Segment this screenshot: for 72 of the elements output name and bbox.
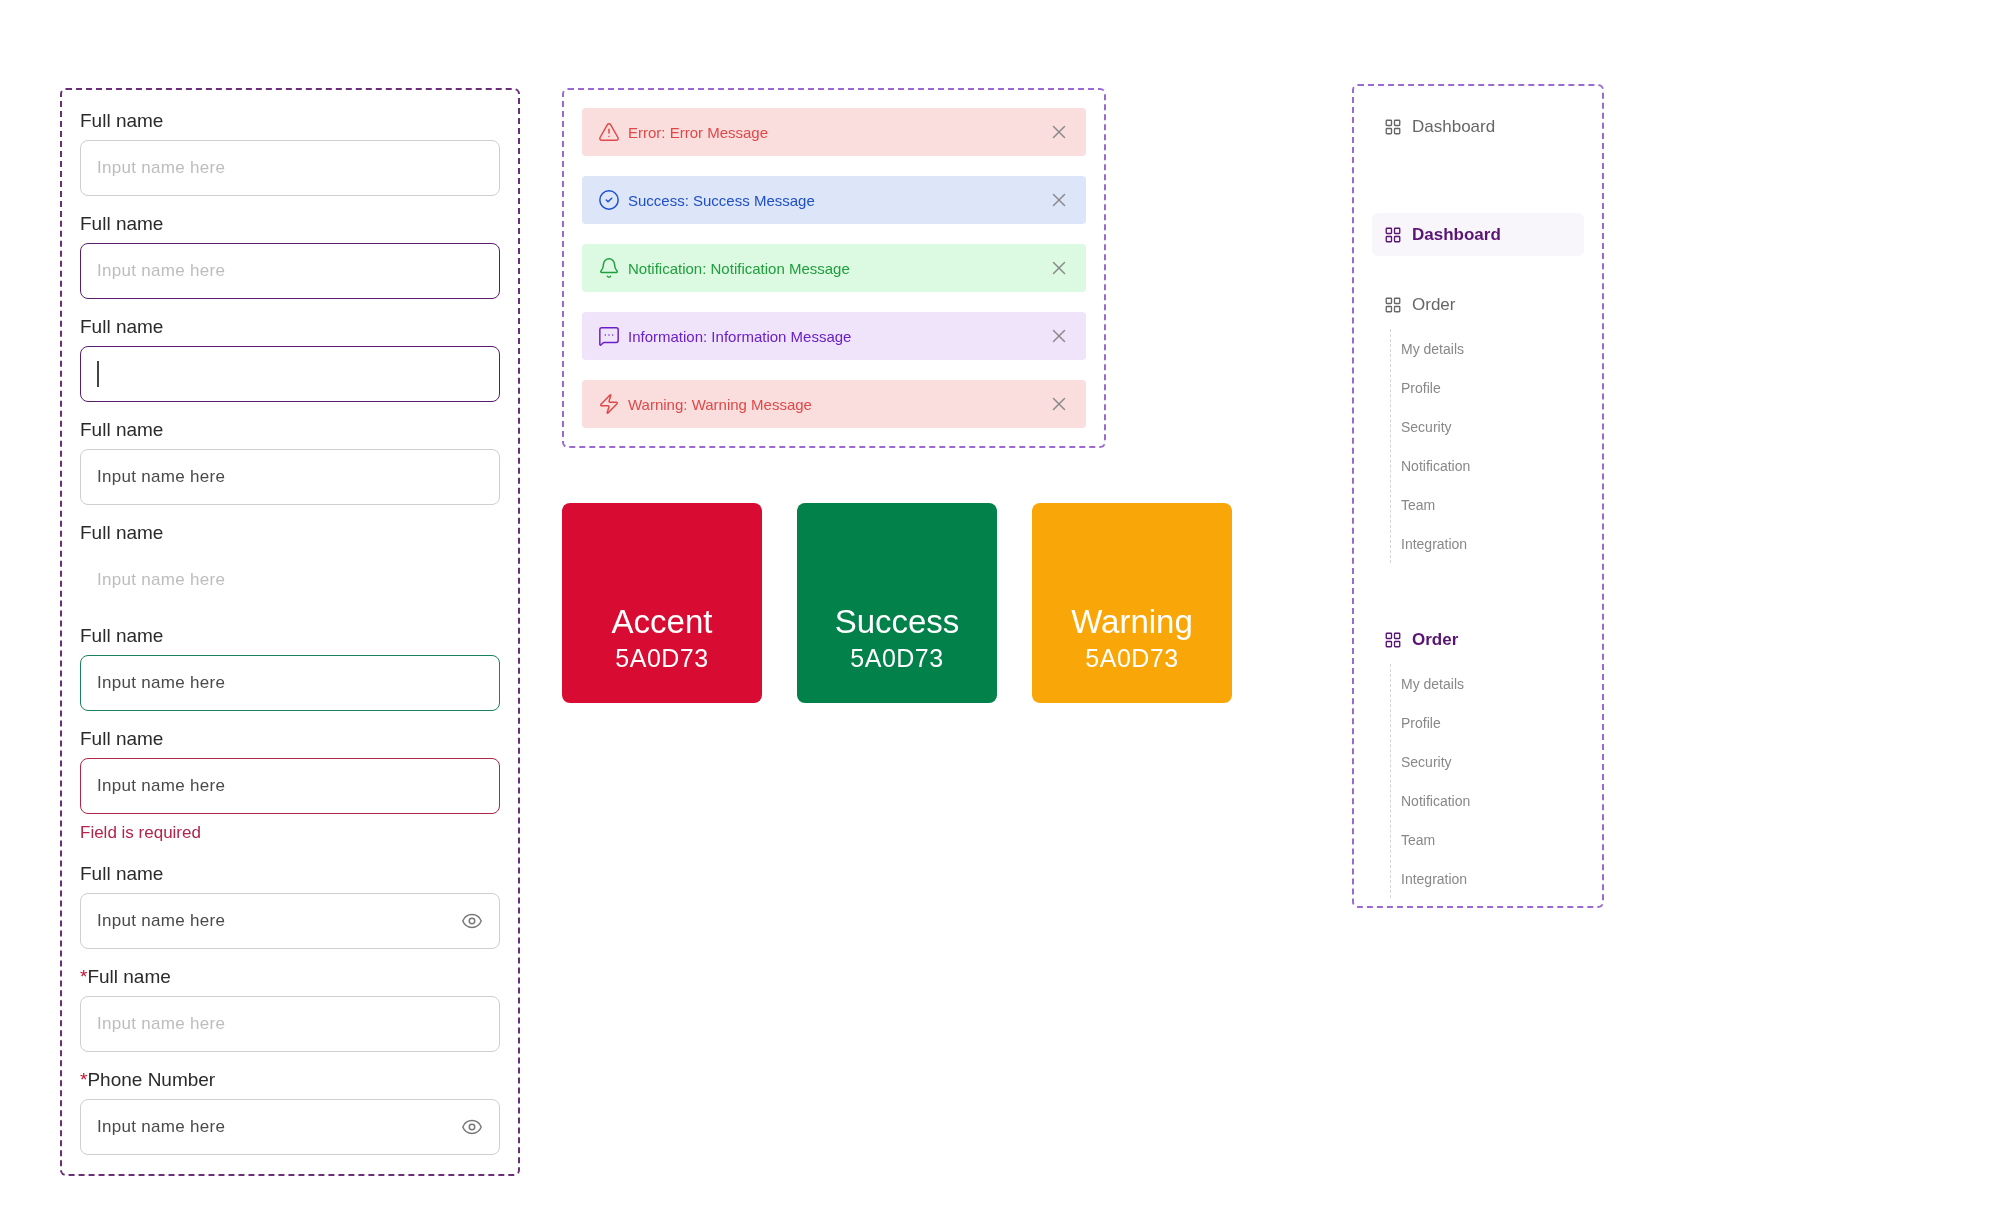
alert-message: Notification: Notification Message <box>628 259 851 277</box>
sidebar-subitem[interactable]: Integration <box>1391 859 1584 898</box>
sidebar-subitem[interactable]: My details <box>1391 329 1584 368</box>
error-message: Field is required <box>80 822 202 844</box>
required-mark: * <box>80 1069 88 1090</box>
placeholder-text: Input name here <box>97 261 226 281</box>
field-label: Full name <box>80 316 164 337</box>
field-value: Input name here <box>97 467 226 487</box>
sidebar-subitem[interactable]: Team <box>1391 485 1584 524</box>
input-field[interactable] <box>80 346 500 402</box>
chat-bubble-icon <box>598 325 620 347</box>
field-label: Full name <box>80 110 164 131</box>
swatch-code: 5A0D73 <box>1085 643 1179 674</box>
input-field[interactable]: Input name here <box>80 758 500 814</box>
warning-triangle-icon <box>598 121 620 143</box>
sidebar-item[interactable]: Dashboard <box>1372 213 1584 256</box>
grid-icon <box>1384 295 1402 314</box>
swatch-code: 5A0D73 <box>615 643 709 674</box>
swatch-title: Warning <box>1071 602 1193 642</box>
field-value: Input name here <box>97 911 226 931</box>
input-field[interactable]: Input name here <box>80 996 500 1052</box>
input-field[interactable]: Input name here <box>80 449 500 505</box>
lightning-icon <box>598 393 620 415</box>
sidebar-item-label: Dashboard <box>1412 116 1496 137</box>
swatch-title: Success <box>834 602 960 642</box>
alert-message: Information: Information Message <box>628 327 853 345</box>
input-field[interactable]: Input name here <box>80 1099 500 1155</box>
placeholder-text: Input name here <box>97 570 226 590</box>
sidebar-item[interactable]: Order <box>1372 618 1584 661</box>
bell-icon <box>598 257 620 279</box>
field-label: Full name <box>80 522 164 543</box>
sidebar-item-label: Order <box>1412 629 1459 650</box>
sidebar-subitem[interactable]: Team <box>1391 820 1584 859</box>
sidebar-item[interactable]: Order <box>1372 283 1584 326</box>
field-label: Full name <box>80 625 164 646</box>
sidebar-item-label: Dashboard <box>1412 224 1501 245</box>
sidebar-subitem[interactable]: Integration <box>1391 524 1584 563</box>
input-field[interactable]: Input name here <box>80 655 500 711</box>
field-label: Full name <box>80 728 164 749</box>
field-value: Input name here <box>97 1117 226 1137</box>
sidebar-subitem[interactable]: Notification <box>1391 781 1584 820</box>
field-label: Full name <box>80 419 164 440</box>
grid-icon <box>1384 117 1402 136</box>
placeholder-text: Input name here <box>97 1014 226 1034</box>
sidebar-subitem[interactable]: My details <box>1391 664 1584 703</box>
sidebar-item[interactable]: Dashboard <box>1372 105 1584 148</box>
sidebar-subitem[interactable]: Profile <box>1391 703 1584 742</box>
field-label: Full name <box>87 966 171 987</box>
sidebar-subitem[interactable]: Security <box>1391 407 1584 446</box>
alert-message: Error: Error Message <box>628 123 770 141</box>
field-label: Phone Number <box>87 1069 216 1090</box>
input-field[interactable]: Input name here <box>80 893 500 949</box>
grid-icon <box>1384 630 1402 649</box>
sidebar-subitem[interactable]: Profile <box>1391 368 1584 407</box>
field-value: Input name here <box>97 776 226 796</box>
field-value: Input name here <box>97 673 226 693</box>
sidebar-subitem[interactable]: Notification <box>1391 446 1584 485</box>
field-label: Full name <box>80 863 164 884</box>
required-mark: * <box>80 966 88 987</box>
text-caret <box>97 361 99 387</box>
grid-icon <box>1384 225 1402 244</box>
field-label: Full name <box>80 213 164 234</box>
sidebar-subitem[interactable]: Security <box>1391 742 1584 781</box>
alert-message: Warning: Warning Message <box>628 395 813 413</box>
check-circle-icon <box>598 189 620 211</box>
input-field[interactable]: Input name here <box>80 243 500 299</box>
input-field[interactable]: Input name here <box>80 140 500 196</box>
alert-message: Success: Success Message <box>628 191 816 209</box>
sidebar-item-label: Order <box>1412 294 1456 315</box>
placeholder-text: Input name here <box>97 158 226 178</box>
swatch-code: 5A0D73 <box>850 643 944 674</box>
swatch-title: Accent <box>611 602 713 642</box>
